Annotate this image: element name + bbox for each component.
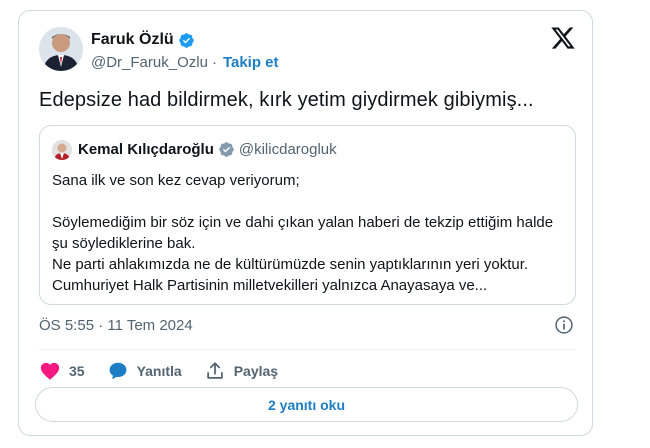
share-label: Paylaş — [233, 363, 279, 379]
separator-dot: · — [211, 54, 217, 71]
action-bar: 35 Yanıtla Paylaş — [39, 356, 300, 386]
tweet-text: Edepsize had bildirmek, kırk yetim giydi… — [39, 89, 534, 111]
tweet-card[interactable]: Faruk Özlü @Dr_Faruk_Ozlu · Takip et Ede… — [18, 10, 593, 436]
tweet-timestamp[interactable]: ÖS 5:55 · 11 Tem 2024 — [39, 317, 193, 334]
divider — [39, 349, 576, 350]
quoted-tweet-body: Sana ilk ve son kez cevap veriyorum; Söy… — [52, 170, 567, 296]
quoted-text-line: Ne parti ahlakımızda ne de kültürümüzde … — [52, 256, 529, 273]
quoted-author-name[interactable]: Kemal Kılıçdaroğlu — [78, 141, 214, 158]
author-name[interactable]: Faruk Özlü — [91, 31, 174, 49]
share-button[interactable]: Paylaş — [204, 360, 278, 382]
read-replies-label: 2 yanıtı oku — [267, 396, 346, 413]
quoted-grey-verified-icon — [219, 142, 234, 157]
read-replies-button[interactable]: 2 yanıtı oku — [35, 387, 578, 422]
follow-button[interactable]: Takip et — [223, 54, 279, 71]
reply-bubble-icon — [109, 362, 127, 380]
author-avatar[interactable] — [39, 27, 83, 71]
author-handle[interactable]: @Dr_Faruk_Ozlu — [91, 54, 208, 71]
reply-label: Yanıtla — [136, 363, 182, 379]
quoted-text-line: Sana ilk ve son kez cevap veriyorum; — [52, 172, 300, 189]
quoted-text-line: Cumhuriyet Halk Partisinin milletvekille… — [52, 277, 488, 294]
info-icon[interactable] — [554, 315, 574, 335]
verified-badge-icon — [178, 32, 194, 48]
heart-icon — [40, 362, 60, 380]
quoted-author-avatar[interactable] — [52, 140, 72, 160]
share-icon — [206, 362, 223, 379]
quoted-text-line: Söylemediğim bir söz için ve dahi çıkan … — [52, 214, 554, 252]
quoted-author-handle[interactable]: @kilicdarogluk — [239, 141, 337, 158]
like-count: 35 — [69, 363, 85, 379]
x-logo-icon[interactable] — [550, 25, 576, 51]
like-button[interactable]: 35 — [39, 360, 85, 382]
quoted-tweet[interactable]: Kemal Kılıçdaroğlu @kilicdarogluk Sana i… — [39, 125, 576, 305]
reply-button[interactable]: Yanıtla — [107, 360, 182, 382]
